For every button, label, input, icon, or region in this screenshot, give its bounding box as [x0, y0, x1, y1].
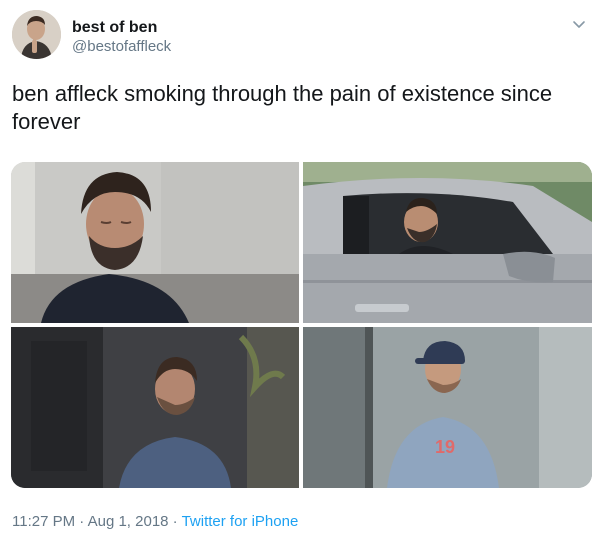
user-names: best of ben @bestofaffleck [72, 18, 171, 57]
avatar[interactable] [12, 10, 61, 59]
photo-3[interactable] [11, 327, 299, 488]
chevron-down-icon[interactable] [570, 16, 588, 34]
tweet-meta: 11:27 PM · Aug 1, 2018 · Twitter for iPh… [12, 512, 298, 532]
svg-text:19: 19 [435, 437, 455, 457]
meta-separator-2: · [168, 513, 182, 530]
tweet-source-link[interactable]: Twitter for iPhone [182, 513, 299, 530]
meta-separator: · [75, 513, 88, 530]
tweet-date[interactable]: Aug 1, 2018 [88, 513, 169, 530]
photo-4[interactable]: 19 [303, 327, 592, 488]
tweet-header: best of ben @bestofaffleck [12, 10, 588, 64]
tweet-text: ben affleck smoking through the pain of … [12, 81, 553, 134]
photo-2[interactable] [303, 162, 592, 323]
user-handle[interactable]: @bestofaffleck [72, 37, 171, 57]
photo-1[interactable] [11, 162, 299, 323]
tweet-time[interactable]: 11:27 PM [12, 513, 75, 530]
media-grid: 19 [11, 162, 592, 488]
display-name[interactable]: best of ben [72, 18, 171, 37]
